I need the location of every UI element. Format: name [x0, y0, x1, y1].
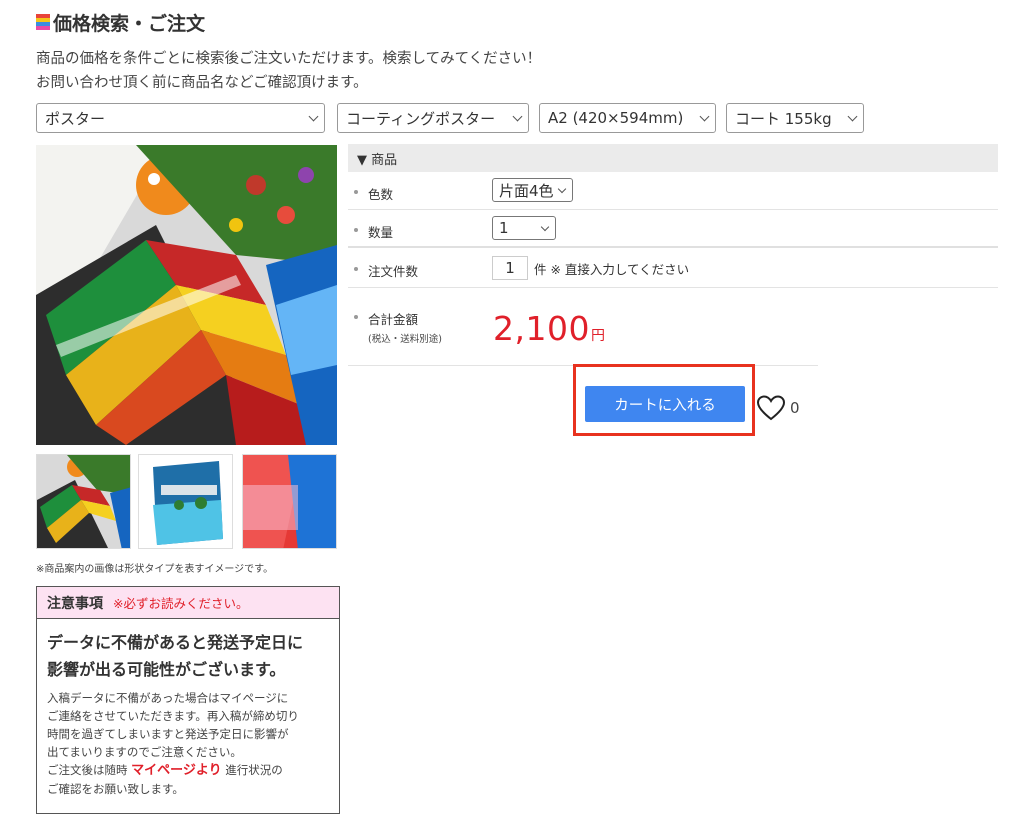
size-select[interactable]: A2 (420×594mm) [539, 103, 716, 133]
total-price-value: 2,100 [493, 309, 590, 348]
caution-body-line-1: 入稿データに不備があった場合はマイページに [47, 691, 289, 705]
orders-input[interactable]: 1 [492, 256, 528, 280]
thumbnail-1[interactable] [36, 454, 131, 549]
chevron-down-icon [308, 111, 319, 122]
intro-line-2: お問い合わせ頂く前に商品名などご確認頂けます。 [36, 75, 368, 91]
product-select[interactable]: コーティングポスター [337, 103, 529, 133]
quantity-label: 数量 [353, 222, 393, 241]
caution-body-line-3: 時間を過ぎてしまいますと発送予定日に影響が [47, 727, 289, 741]
page-title-row: 価格検索・ご注文 [36, 8, 205, 36]
chevron-down-icon [847, 111, 858, 122]
category-select-value: ポスター [45, 109, 106, 128]
color-select-value: 片面4色 [499, 181, 554, 200]
category-select[interactable]: ポスター [36, 103, 325, 133]
paper-select-value: コート 155kg [735, 109, 832, 128]
product-select-value: コーティングポスター [346, 109, 496, 128]
page-title: 価格検索・ご注文 [53, 12, 206, 35]
currency-label: 円 [590, 328, 606, 344]
image-note: ※商品案内の画像は形状タイプを表すイメージです。 [36, 564, 274, 575]
total-note: (税込・送料別途) [368, 334, 442, 345]
total-price: 2,100円 [493, 309, 605, 348]
caution-body-line-6: ご確認をお願い致します。 [47, 782, 184, 796]
heart-icon[interactable] [756, 394, 786, 422]
quantity-row: 数量 1 [348, 210, 998, 248]
intro-line-1: 商品の価格を条件ごとに検索後ご注文いただけます。検索してみてください！ [36, 51, 542, 67]
caution-body-line-2: ご連絡をさせていただきます。再入稿が締め切り [47, 709, 299, 723]
orders-label: 注文件数 [353, 261, 418, 280]
color-row: 色数 片面4色 [348, 172, 998, 210]
caution-body-line-4: 出てまいりますのでご注意ください。 [47, 745, 242, 759]
chevron-down-icon [557, 184, 567, 194]
total-label: 合計金額 [353, 309, 418, 328]
chevron-down-icon [540, 222, 550, 232]
size-select-value: A2 (420×594mm) [548, 109, 684, 127]
mypage-link[interactable]: マイページより [131, 763, 221, 778]
quantity-select[interactable]: 1 [492, 216, 556, 240]
caution-body-line-5-post: 進行状況の [225, 763, 283, 777]
orders-hint: 件 ※ 直接入力してください [534, 262, 690, 277]
favorite-count: 0 [790, 399, 800, 417]
chevron-down-icon [699, 111, 710, 122]
quantity-select-value: 1 [499, 219, 509, 237]
intro-text: 商品の価格を条件ごとに検索後ご注文いただけます。検索してみてください！ お問い合… [36, 47, 541, 95]
caution-title: 注意事項 [47, 595, 103, 612]
caution-body-line-5-pre: ご注文後は随時 [47, 763, 128, 777]
paper-select[interactable]: コート 155kg [726, 103, 864, 133]
caution-headline: データに不備があると発送予定日に 影響が出る可能性がございます。 [47, 629, 332, 683]
main-product-image [36, 145, 337, 445]
total-row: 合計金額 (税込・送料別途) 2,100円 [348, 288, 818, 366]
orders-row: 注文件数 1 件 ※ 直接入力してください [348, 248, 998, 288]
color-select[interactable]: 片面4色 [492, 178, 573, 202]
caution-headline-line-2: 影響が出る可能性がございます。 [47, 660, 286, 679]
caution-box: 注意事項 ※必ずお読みください。 データに不備があると発送予定日に 影響が出る可… [36, 586, 340, 814]
chevron-down-icon [512, 111, 523, 122]
add-to-cart-button[interactable]: カートに入れる [585, 386, 745, 422]
product-panel-header[interactable]: ▼ 商品 [348, 144, 998, 172]
caution-body: 入稿データに不備があった場合はマイページに ご連絡をさせていただきます。再入稿が… [47, 689, 332, 798]
thumbnail-3[interactable] [242, 454, 337, 549]
caution-header: 注意事項 ※必ずお読みください。 [37, 587, 339, 619]
caution-subtitle: ※必ずお読みください。 [113, 596, 249, 611]
color-stripes-icon [36, 14, 50, 30]
caution-body-line-5: ご注文後は随時 マイページより 進行状況の [47, 761, 332, 780]
color-label: 色数 [353, 184, 393, 203]
caution-headline-line-1: データに不備があると発送予定日に [47, 633, 304, 652]
thumbnail-2[interactable] [138, 454, 233, 549]
